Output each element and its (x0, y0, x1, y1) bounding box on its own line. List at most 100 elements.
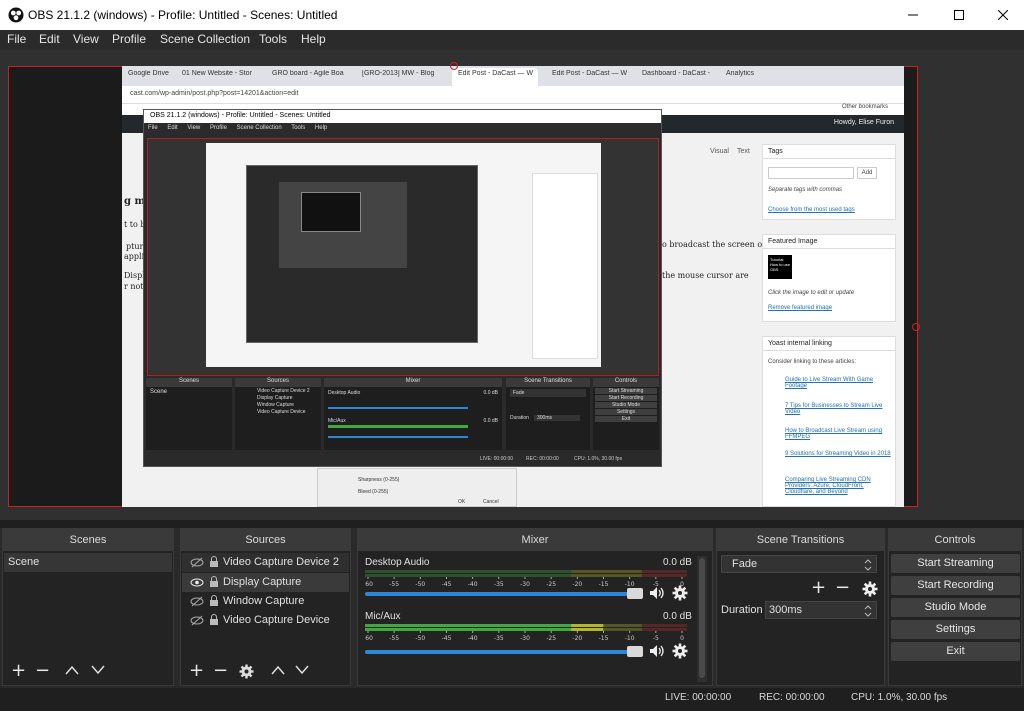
yoast-link[interactable]: 9 Solutions for Streaming Video in 2018 (785, 451, 891, 457)
inner-transitions-dock: Scene Transitions Fade Duration 300ms (506, 378, 590, 450)
meter-level (365, 624, 572, 627)
inner-menu-item: Profile (209, 125, 227, 131)
resize-handle-right[interactable] (912, 323, 920, 331)
menu-tools[interactable]: Tools (259, 32, 287, 46)
meter-tick-label: -45 (442, 581, 452, 588)
menu-help[interactable]: Help (301, 32, 326, 46)
desktop-audio-gear-icon[interactable] (672, 585, 688, 601)
settings-button[interactable]: Settings (891, 620, 1020, 639)
resize-handle-top[interactable] (450, 62, 458, 70)
start-streaming-button[interactable]: Start Streaming (891, 554, 1020, 573)
remove-scene-button[interactable]: − (35, 660, 50, 681)
move-scene-down-icon[interactable] (91, 665, 105, 675)
tags-input[interactable] (768, 167, 854, 179)
inner-volume-slider (328, 436, 468, 438)
remove-featured-link[interactable]: Remove featured image (768, 305, 832, 311)
add-scene-button[interactable]: + (11, 660, 26, 681)
maximize-button[interactable] (936, 0, 982, 30)
remove-transition-button[interactable]: − (835, 577, 850, 598)
remove-source-button[interactable]: − (213, 660, 228, 681)
meter-tick-label: -20 (572, 635, 582, 642)
lock-icon[interactable] (209, 595, 219, 607)
menu-file[interactable]: File (7, 32, 26, 46)
exit-button[interactable]: Exit (891, 642, 1020, 661)
meter-tick-label: -10 (625, 581, 635, 588)
meter-tick-label: -30 (520, 581, 530, 588)
meter-tick-label: -25 (546, 581, 556, 588)
duration-label: Duration (721, 604, 763, 616)
tags-box: Tags Add Separate tags with commas Choos… (762, 144, 896, 220)
featured-thumb[interactable]: Tutorial: How to use OBS (768, 255, 792, 279)
ok-button: OK (458, 499, 466, 505)
close-button[interactable] (980, 0, 1024, 30)
desktop-audio-slider-handle[interactable] (627, 588, 643, 599)
source-row-selected[interactable]: Display Capture (182, 573, 349, 592)
mic-aux-gear-icon[interactable] (672, 643, 688, 659)
tags-most-used-link[interactable]: Choose from the most used tags (768, 207, 855, 213)
inner-obs-menu: File Edit View Profile Scene Collection … (144, 123, 661, 135)
duration-spinbox[interactable]: 300ms (765, 601, 877, 619)
move-source-down-icon[interactable] (295, 665, 309, 675)
menu-scene-collection[interactable]: Scene Collection (160, 32, 250, 46)
body-fragment: Displ (124, 271, 145, 280)
inner-scenes-dock: Scenes Scene (146, 378, 232, 450)
lock-icon[interactable] (209, 614, 219, 626)
transition-gear-icon[interactable] (862, 581, 878, 597)
add-transition-button[interactable]: + (811, 577, 826, 598)
tags-add-button[interactable]: Add (857, 167, 877, 179)
mixer-dock: Mixer (357, 528, 713, 686)
sources-dock-title: Sources (181, 529, 350, 551)
move-source-up-icon[interactable] (271, 665, 285, 675)
speaker-icon[interactable] (649, 644, 665, 658)
minimize-button[interactable] (890, 0, 936, 30)
spin-updown-icon[interactable] (864, 605, 872, 617)
mixer-scrollbar[interactable] (697, 556, 707, 682)
yoast-link[interactable]: 7 Tips for Businesses to Stream Live Vid… (785, 403, 891, 415)
eye-hidden-icon[interactable] (190, 557, 204, 568)
mixer-channel-db: 0.0 dB (663, 557, 692, 568)
wp-user: Howdy, Elise Furon (833, 119, 894, 126)
meter-tick-label: -30 (520, 635, 530, 642)
yoast-link[interactable]: Guide to Live Stream With Game Footage (785, 377, 891, 389)
speaker-icon[interactable] (649, 586, 665, 600)
meter-tick-label: -60 (365, 635, 373, 642)
source-row[interactable]: Video Capture Device 2 (182, 553, 349, 572)
scene-item-selected[interactable]: Scene (4, 553, 172, 572)
source-label: Window Capture (223, 595, 305, 607)
duration-value: 300ms (769, 604, 803, 616)
add-source-button[interactable]: + (189, 660, 204, 681)
menu-edit[interactable]: Edit (39, 32, 60, 46)
sharpness-label: Sharpness (0-255) (358, 477, 400, 483)
minimize-icon (908, 14, 918, 16)
studio-mode-button[interactable]: Studio Mode (891, 598, 1020, 617)
meter-tick-label: -15 (599, 635, 609, 642)
transition-select[interactable]: Fade (721, 555, 877, 573)
mixer-scrollbar-thumb[interactable] (699, 558, 705, 678)
mic-aux-slider-handle[interactable] (627, 646, 643, 657)
browser-address-bar: cast.com/wp-admin/post.php?post=14201&ac… (122, 86, 904, 104)
meter-segment (641, 628, 687, 631)
meter-segment (365, 574, 572, 577)
yoast-link[interactable]: How to Broadcast Live Stream using FFMPE… (785, 428, 891, 440)
eye-hidden-icon[interactable] (190, 615, 204, 626)
mic-aux-volume-slider[interactable] (365, 650, 637, 654)
source-row[interactable]: Window Capture (182, 592, 349, 611)
desktop-audio-meter: -60-55-50-45-40-35-30-25-20-15-10-50 (365, 570, 687, 588)
meter-tick-label: -35 (494, 581, 504, 588)
yoast-link[interactable]: Comparing Live Streaming CDN Providers: … (785, 477, 891, 495)
inner-volume-slider (328, 407, 468, 409)
inner-mixer-desktop-db: 0.0 dB (483, 390, 498, 396)
desktop-audio-volume-slider[interactable] (365, 592, 637, 596)
menu-view[interactable]: View (73, 32, 99, 46)
source-row[interactable]: Video Capture Device (182, 611, 349, 630)
lock-icon[interactable] (209, 576, 219, 588)
inner-mic-meter (328, 425, 468, 428)
lock-icon[interactable] (209, 556, 219, 568)
eye-icon[interactable] (190, 577, 204, 588)
menu-profile[interactable]: Profile (112, 32, 146, 46)
source-properties-gear-icon[interactable] (239, 664, 254, 679)
start-recording-button[interactable]: Start Recording (891, 576, 1020, 595)
meter-level (571, 624, 604, 627)
eye-hidden-icon[interactable] (190, 596, 204, 607)
move-scene-up-icon[interactable] (65, 665, 79, 675)
